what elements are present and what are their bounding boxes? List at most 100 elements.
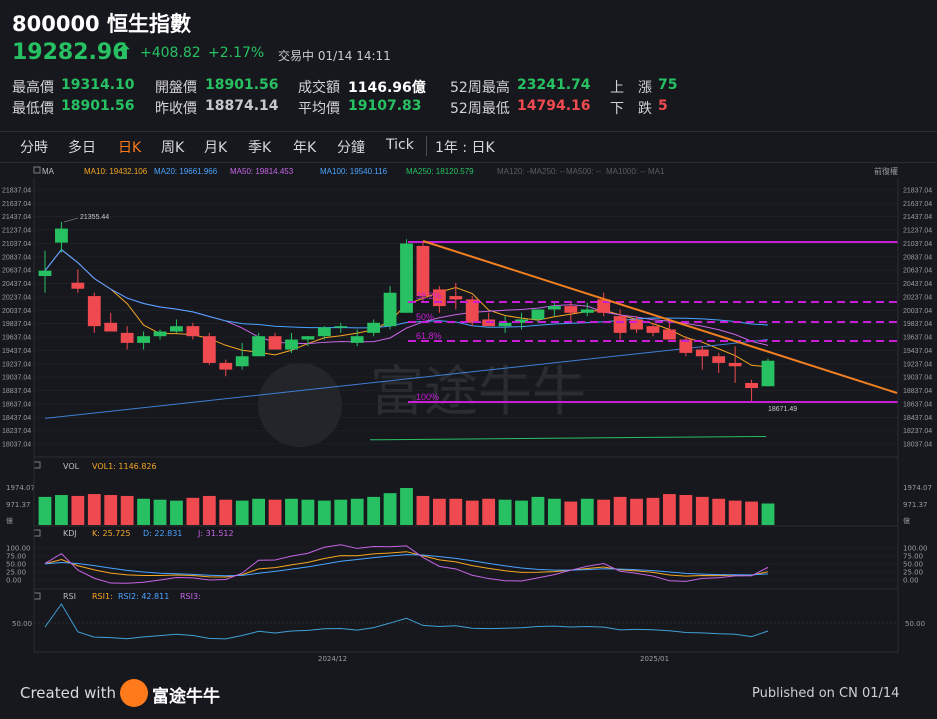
avg-price-label: 平均價	[298, 101, 340, 117]
tab-minute[interactable]: 分鐘	[337, 137, 365, 157]
price-tick-right: 20037.04	[903, 308, 932, 315]
published-label: Published on CN 01/14	[752, 686, 900, 701]
kdj-tick-right: 0.00	[903, 577, 919, 585]
adjust-mode-label[interactable]: 前復權	[874, 166, 898, 176]
kdj-d-label: D: 22.831	[143, 529, 182, 538]
volume-bar	[219, 499, 233, 525]
ma-settings-icon[interactable]	[33, 166, 41, 174]
volume-bar	[515, 500, 528, 525]
price-tick-left: 20837.04	[2, 254, 31, 261]
candle-body	[383, 292, 397, 327]
ma500-label: MA500: --	[566, 167, 601, 176]
ma250-line	[369, 435, 767, 441]
w52-low-value: 14794.16	[517, 98, 591, 114]
futu-logo-icon	[120, 679, 148, 707]
price-tick-right: 21637.04	[903, 201, 932, 208]
volume-bar	[285, 498, 298, 525]
kdj-tick-left: 0.00	[6, 577, 22, 585]
rsi3-label: RSI3:	[180, 592, 201, 601]
volume-bar	[564, 501, 578, 525]
tab-multiday[interactable]: 多日	[68, 137, 96, 157]
candle-body	[202, 336, 216, 363]
vol-tick-left: 971.37	[6, 501, 31, 509]
candle-body	[416, 245, 430, 297]
volume-bar	[202, 495, 216, 525]
candle-body	[745, 382, 758, 389]
kline-chart[interactable]: 富途牛牛 MA MA10: 19432.106 MA20: 19661.966 …	[0, 162, 937, 667]
price-tick-right: 19437.04	[903, 348, 932, 355]
volume-bar	[153, 499, 167, 525]
volume-bar	[695, 496, 709, 525]
candle-body	[695, 349, 709, 357]
tab-daily-k[interactable]: 日K	[118, 137, 141, 157]
price-tick-left: 19237.04	[2, 361, 31, 368]
up-arrow-icon: ⬆	[116, 40, 133, 64]
volume-bar	[630, 498, 643, 525]
tab-quarterly-k[interactable]: 季K	[248, 137, 271, 157]
candle-body	[531, 309, 545, 320]
rsi-settings-icon[interactable]	[33, 592, 41, 600]
kdj-d-line	[44, 554, 769, 577]
price-tick-left: 20637.04	[2, 268, 31, 275]
price-tick-left: 20437.04	[2, 281, 31, 288]
rsi-tick-right: 50.00	[905, 620, 925, 628]
price-tick-right: 21437.04	[903, 214, 932, 221]
candle-body	[449, 296, 463, 300]
low-label: 最低價	[12, 101, 54, 117]
volume-bar	[383, 493, 397, 525]
candle-body	[317, 327, 331, 337]
volume-bar	[597, 499, 611, 525]
volume-bar	[712, 498, 726, 525]
price-tick-right: 20237.04	[903, 294, 932, 301]
candle-body	[252, 336, 266, 357]
volume-bar	[449, 498, 463, 525]
fib-50-label: 50%	[416, 312, 434, 322]
tab-intraday[interactable]: 分時	[20, 137, 48, 157]
rsi2-line	[44, 603, 769, 640]
price-change-pct: +2.17%	[208, 45, 265, 61]
price-tick-left: 20037.04	[2, 308, 31, 315]
ma100-label: MA100: 19540.116	[320, 167, 388, 176]
rsi1-label: RSI1:	[92, 592, 113, 601]
candle-body	[646, 326, 660, 333]
stock-title: 800000 恒生指數	[12, 8, 191, 38]
tab-tick[interactable]: Tick	[386, 137, 414, 153]
vol-settings-icon[interactable]	[33, 461, 41, 469]
ma50-label: MA50: 19814.453	[230, 167, 294, 176]
rsi-title: RSI	[63, 592, 76, 601]
watermark-logo-icon	[258, 363, 342, 447]
kdj-tick-right: 75.00	[903, 553, 923, 561]
candle-body	[268, 336, 282, 350]
candle-body	[334, 326, 348, 328]
open-value: 18901.56	[205, 77, 279, 93]
candle-body	[219, 362, 233, 370]
candle-body	[367, 322, 381, 333]
ma250b-label: MA250: --	[530, 167, 565, 176]
range-selector[interactable]: 1年 : 日K	[435, 137, 495, 157]
price-tick-right: 18037.04	[903, 442, 932, 449]
candle-body	[55, 228, 68, 243]
price-tick-left: 19837.04	[2, 321, 31, 328]
price-tick-right: 19637.04	[903, 335, 932, 342]
price-tick-right: 20637.04	[903, 268, 932, 275]
high-value: 19314.10	[61, 77, 135, 93]
candle-body	[350, 336, 364, 343]
candle-body	[285, 339, 298, 350]
tab-yearly-k[interactable]: 年K	[293, 137, 316, 157]
volume-bar	[432, 498, 446, 525]
volume-bar	[761, 503, 775, 525]
candle-body	[547, 306, 561, 310]
candle-body	[301, 336, 315, 340]
candle-body	[712, 356, 726, 363]
price-tick-right: 18237.04	[903, 428, 932, 435]
ma-title: MA	[42, 167, 55, 176]
price-tick-left: 18237.04	[2, 428, 31, 435]
ma20-label: MA20: 19661.966	[154, 167, 218, 176]
candle-body	[761, 360, 775, 387]
tab-monthly-k[interactable]: 月K	[204, 137, 227, 157]
kdj-settings-icon[interactable]	[33, 529, 41, 537]
tab-weekly-k[interactable]: 周K	[161, 137, 184, 157]
volume-bar	[71, 495, 85, 525]
kdj-tick-left: 25.00	[6, 569, 26, 577]
kdj-tick-left: 50.00	[6, 561, 26, 569]
